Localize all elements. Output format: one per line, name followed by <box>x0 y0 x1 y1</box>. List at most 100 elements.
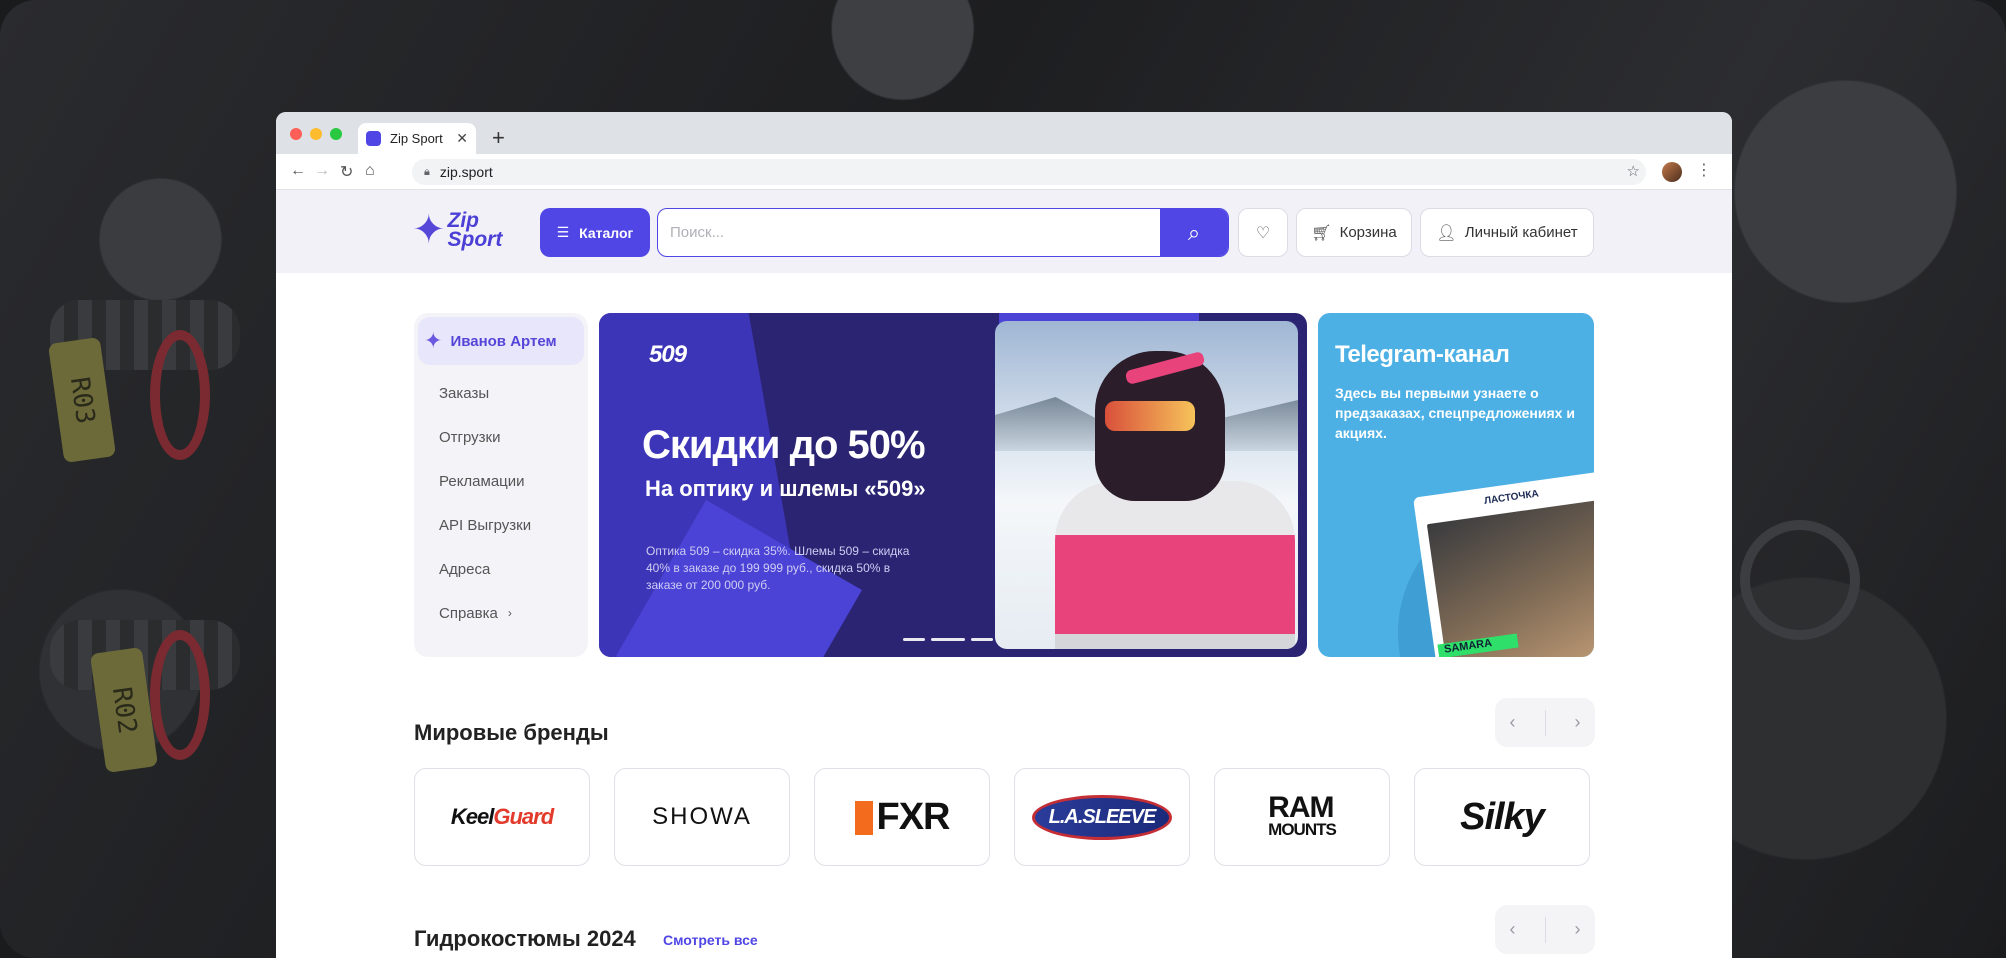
wetsuits-section-title: Гидрокостюмы 2024 <box>414 926 636 951</box>
site-header: ✦ Zip Sport ☰ Каталог ⌕ ♡ 🛒︎ <box>276 190 1732 273</box>
reload-icon[interactable]: ↻ <box>340 162 353 182</box>
search-input[interactable] <box>658 209 1138 256</box>
browser-menu-icon[interactable]: ⋮ <box>1696 160 1712 180</box>
brand-logo-part: Guard <box>493 804 554 829</box>
browser-window: Zip Sport ✕ + ← → ↻ ⌂ 🔒︎ zip.sport ☆ ⋮ ✦… <box>276 112 1732 958</box>
chevron-left-icon[interactable]: ‹ <box>1510 919 1516 940</box>
banner-brand-logo: 509 <box>649 341 687 368</box>
chevron-left-icon[interactable]: ‹ <box>1510 712 1516 733</box>
sidebar-item-label: Рекламации <box>439 472 525 490</box>
banner-photo <box>995 321 1298 649</box>
slide-indicator[interactable] <box>971 638 993 641</box>
brand-logo: L.A.SLEEVE <box>1031 794 1173 840</box>
cart-label: Корзина <box>1339 224 1397 241</box>
profile-avatar[interactable] <box>1662 162 1682 182</box>
sidebar-item-claims[interactable]: Рекламации <box>439 459 531 503</box>
favorites-button[interactable]: ♡ <box>1238 208 1288 257</box>
brand-card-fxr[interactable]: FXR <box>814 768 990 866</box>
site-logo[interactable]: ✦ Zip Sport <box>412 210 502 250</box>
chevron-right-icon: › <box>507 606 512 620</box>
bookmark-star-icon[interactable]: ☆ <box>1627 162 1640 180</box>
slide-indicator[interactable] <box>903 638 925 641</box>
brand-logo: RAM MOUNTS <box>1268 793 1337 839</box>
brand-card-showa[interactable]: SHOWA <box>614 768 790 866</box>
divider <box>1544 709 1546 736</box>
see-all-link[interactable]: Смотреть все <box>663 932 758 948</box>
sidebar-item-label: API Выгрузки <box>439 516 532 534</box>
banner-subtitle: На оптику и шлемы «509» <box>645 476 926 501</box>
logo-line-2: Sport <box>447 228 503 251</box>
banner-title: Скидки до 50% <box>642 423 926 467</box>
back-icon[interactable]: ← <box>290 162 306 180</box>
tab-title: Zip Sport <box>390 131 443 146</box>
search-button[interactable]: ⌕ <box>1160 209 1228 256</box>
browser-titlebar: Zip Sport ✕ + <box>276 112 1732 154</box>
forward-icon[interactable]: → <box>314 162 330 180</box>
minimize-window-button[interactable] <box>310 128 322 140</box>
brand-logo-text: FXR <box>876 795 951 838</box>
sidebar-item-shipments[interactable]: Отгрузки <box>439 415 531 459</box>
window-controls <box>290 128 342 140</box>
new-tab-button[interactable]: + <box>492 125 505 151</box>
tab-close-icon[interactable]: ✕ <box>456 130 468 147</box>
banner-description: Оптика 509 – скидка 35%. Шлемы 509 – ски… <box>646 544 910 592</box>
brand-card-ram-mounts[interactable]: RAM MOUNTS <box>1214 768 1390 866</box>
slider-indicators <box>903 638 993 641</box>
fxr-mark-icon <box>854 801 873 836</box>
slide-indicator[interactable] <box>931 638 965 641</box>
cart-button[interactable]: 🛒︎ Корзина <box>1296 208 1412 257</box>
user-profile-item[interactable]: ✦ Иванов Артем <box>418 317 584 365</box>
wetsuits-carousel-controls: ‹ › <box>1495 905 1595 954</box>
brand-logo-part: Keel <box>450 804 494 829</box>
home-icon[interactable]: ⌂ <box>365 162 375 180</box>
post-label: ЛАСТОЧКА <box>1483 488 1540 507</box>
account-sidebar: ✦ Иванов Артем Заказы Отгрузки Рекламаци… <box>414 313 588 657</box>
close-window-button[interactable] <box>290 128 302 140</box>
catalog-label: Каталог <box>579 224 634 241</box>
brand-card-silky[interactable]: Silky <box>1414 768 1590 866</box>
heart-icon: ♡ <box>1255 224 1271 242</box>
url-text: zip.sport <box>439 164 493 180</box>
telegram-post-preview: ЛАСТОЧКА <box>1413 470 1594 657</box>
user-star-icon: ✦ <box>424 328 443 353</box>
cart-icon: 🛒︎ <box>1311 224 1332 242</box>
chevron-right-icon[interactable]: › <box>1575 712 1581 733</box>
maximize-window-button[interactable] <box>330 128 342 140</box>
brands-section-title: Мировые бренды <box>414 720 609 745</box>
logo-text: Zip Sport <box>447 210 503 251</box>
page-content: ✦ Zip Sport ☰ Каталог ⌕ ♡ 🛒︎ <box>276 190 1732 958</box>
photo-jacket <box>1055 481 1295 649</box>
user-icon: 👤︎ <box>1436 224 1457 242</box>
account-label: Личный кабинет <box>1464 224 1578 241</box>
sidebar-item-api[interactable]: API Выгрузки <box>439 503 531 547</box>
search-icon: ⌕ <box>1187 219 1201 245</box>
brand-logo-subtext: MOUNTS <box>1268 820 1337 839</box>
menu-list-icon: ☰ <box>556 224 570 240</box>
background-ring <box>150 330 210 460</box>
address-bar: ← → ↻ ⌂ 🔒︎ zip.sport ☆ ⋮ <box>276 154 1732 190</box>
sidebar-item-label: Адреса <box>439 560 491 578</box>
lock-icon: 🔒︎ <box>424 165 430 178</box>
account-button[interactable]: 👤︎ Личный кабинет <box>1420 208 1594 257</box>
telegram-title: Telegram-канал <box>1335 341 1510 368</box>
sidebar-item-label: Заказы <box>439 384 490 402</box>
sidebar-item-help[interactable]: Справка › <box>439 591 531 635</box>
background-ring <box>1740 520 1860 640</box>
chevron-right-icon[interactable]: › <box>1575 919 1581 940</box>
sidebar-item-label: Справка <box>439 604 498 622</box>
browser-tab[interactable]: Zip Sport ✕ <box>358 123 476 154</box>
promo-banner[interactable]: 509 Скидки до 50% На оптику и шлемы «509… <box>599 313 1307 657</box>
brand-logo: Silky <box>1460 795 1545 838</box>
sidebar-item-addresses[interactable]: Адреса <box>439 547 531 591</box>
brands-carousel: KeelGuard SHOWA FXR L.A.SLEEVE RAM MOUNTS… <box>414 768 1590 866</box>
sidebar-item-label: Отгрузки <box>439 428 501 446</box>
sidebar-item-orders[interactable]: Заказы <box>439 371 531 415</box>
catalog-button[interactable]: ☰ Каталог <box>540 208 650 257</box>
telegram-card[interactable]: Telegram-канал Здесь вы первыми узнаете … <box>1318 313 1594 657</box>
brand-card-lasleeve[interactable]: L.A.SLEEVE <box>1014 768 1190 866</box>
brand-card-keelguard[interactable]: KeelGuard <box>414 768 590 866</box>
telegram-description: Здесь вы первыми узнаете о предзаказах, … <box>1335 385 1575 441</box>
tab-favicon-icon <box>366 131 381 146</box>
url-field[interactable]: 🔒︎ zip.sport <box>412 159 1646 185</box>
background-ring <box>150 630 210 760</box>
